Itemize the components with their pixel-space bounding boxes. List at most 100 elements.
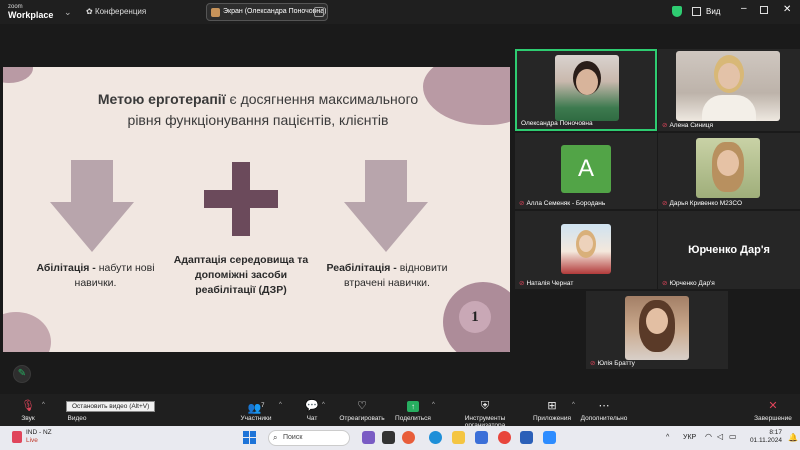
- react-label: Отреагировать: [339, 415, 385, 422]
- video-tooltip: Остановить видео (Alt+V): [66, 401, 156, 412]
- zoom-logo: zoom Workplace: [8, 3, 54, 20]
- battery-icon[interactable]: ▭: [729, 432, 737, 441]
- audio-button[interactable]: 🎙 Звук: [14, 394, 42, 426]
- mic-muted-icon: ⊘: [590, 360, 596, 367]
- participant-avatar: A: [561, 145, 611, 193]
- grid-view-icon[interactable]: [692, 7, 701, 16]
- participant-name: ⊘ Алла Семеняк - Бородань: [519, 200, 606, 207]
- participant-tile[interactable]: ⊘ Наталія Чернат: [515, 211, 657, 289]
- mic-muted-icon: ⊘: [662, 122, 668, 129]
- more-label: Дополнительно: [580, 415, 628, 422]
- participant-tile[interactable]: ⊘ Дарья Кривенко М23СО: [658, 133, 800, 209]
- chat-button[interactable]: 💬 Чат: [302, 394, 322, 426]
- decor-blob: [3, 67, 33, 83]
- shared-slide: Метою ерготерапії є досягнення максималь…: [3, 67, 510, 352]
- participant-photo: [561, 224, 611, 274]
- share-button[interactable]: ↑ Поделиться: [394, 394, 432, 426]
- mic-muted-icon: ⊘: [662, 280, 668, 287]
- participants-button[interactable]: 👥7 Участники: [238, 394, 274, 426]
- decor-blob: [3, 312, 51, 352]
- participant-tile[interactable]: A ⊘ Алла Семеняк - Бородань: [515, 133, 657, 209]
- share-screen-icon: ↑: [394, 397, 432, 415]
- market-icon: [12, 431, 22, 443]
- host-tools-button[interactable]: ⛨ Инструменты организатора: [444, 394, 526, 429]
- participants-options-caret[interactable]: ^: [279, 402, 282, 408]
- zoom-icon[interactable]: [543, 431, 556, 444]
- conference-label: Конференция: [94, 7, 147, 16]
- word-icon[interactable]: [520, 431, 533, 444]
- market-status: Live: [26, 437, 38, 444]
- file-explorer-icon[interactable]: [452, 431, 465, 444]
- title-bar: zoom Workplace ⌄ ✿ Конференция Экран (Ол…: [0, 0, 800, 24]
- participant-name: ⊘ Наталія Чернат: [519, 280, 574, 287]
- mic-off-icon: 🎙: [21, 400, 35, 412]
- clock-time: 8:17: [769, 429, 782, 436]
- participant-name: ⊘ Алена Синиця: [662, 122, 713, 129]
- chrome-icon[interactable]: [498, 431, 511, 444]
- audio-options-caret[interactable]: ^: [42, 402, 45, 408]
- slide-title-bold: Метою ерготерапії: [97, 91, 226, 107]
- mic-muted-icon: ⊘: [519, 280, 525, 287]
- close-icon: ✕: [768, 400, 778, 412]
- heart-icon: ♡: [357, 400, 367, 412]
- task-view-icon[interactable]: [382, 431, 395, 444]
- view-button[interactable]: Вид: [706, 7, 720, 16]
- annotate-pencil-icon[interactable]: ✎: [13, 365, 31, 383]
- apps-options-caret[interactable]: ^: [572, 402, 575, 408]
- market-widget[interactable]: IND - NZ Live: [26, 429, 52, 445]
- plus-icon: [204, 162, 278, 236]
- more-icon: ⋯: [598, 400, 610, 412]
- apps-button[interactable]: ⊞ Приложения: [532, 394, 572, 426]
- store-icon[interactable]: [475, 431, 488, 444]
- tray-chevron-icon[interactable]: ^: [666, 434, 669, 441]
- security-shield-icon[interactable]: [672, 6, 682, 17]
- wifi-icon[interactable]: ◠: [705, 432, 712, 441]
- language-indicator[interactable]: УКР: [683, 434, 696, 441]
- participant-video: [555, 55, 619, 121]
- more-button[interactable]: ⋯ Дополнительно: [578, 394, 630, 426]
- participant-display-name: Юрченко Дар'я: [688, 244, 770, 256]
- notifications-icon[interactable]: 🔔: [788, 433, 798, 442]
- rehabilitation-text: Реабілітація - відновити втрачені навичк…: [317, 261, 457, 291]
- start-icon[interactable]: [243, 431, 256, 444]
- mic-muted-icon: ⊘: [662, 200, 668, 207]
- edge-icon[interactable]: [429, 431, 442, 444]
- participant-tile[interactable]: ⊘ Юлія Братту: [586, 291, 728, 369]
- end-meeting-button[interactable]: ✕ Завершение: [752, 394, 794, 426]
- chevron-down-icon[interactable]: ⌄: [64, 7, 72, 18]
- chat-label: Чат: [306, 415, 318, 422]
- conference-menu[interactable]: ✿ Конференция: [86, 7, 146, 16]
- participant-photo: [696, 138, 760, 198]
- share-options-caret[interactable]: ^: [432, 402, 435, 408]
- participant-tile[interactable]: Юрченко Дар'я ⊘ Юрченко Дар'я: [658, 211, 800, 289]
- presenter-avatar-icon: [211, 8, 220, 17]
- participant-tile[interactable]: Олександра Поночовна: [515, 49, 657, 131]
- taskbar-search[interactable]: ⌕ Поиск: [268, 430, 350, 446]
- clock[interactable]: 8:17 01.11.2024: [748, 429, 782, 445]
- decor-blob: [423, 67, 510, 125]
- brand-line2: Workplace: [8, 10, 54, 20]
- paw-icon: ✿: [86, 7, 93, 16]
- app-icon[interactable]: [402, 431, 415, 444]
- react-button[interactable]: ♡ Отреагировать: [338, 394, 386, 426]
- participant-name: ⊘ Юлія Братту: [590, 360, 635, 367]
- chat-options-caret[interactable]: ^: [322, 402, 325, 408]
- minimize-icon[interactable]: –: [741, 3, 747, 14]
- participant-photo: [625, 296, 689, 360]
- down-arrow-left-icon: [50, 160, 134, 252]
- screen-share-indicator[interactable]: Экран (Олександра Поночовна) ⋯: [206, 3, 328, 21]
- close-icon[interactable]: ✕: [783, 4, 791, 15]
- more-icon[interactable]: ⋯: [314, 7, 324, 17]
- app-icon[interactable]: [362, 431, 375, 444]
- adaptation-text: Адаптація середовища та допоміжні засоби…: [173, 254, 309, 296]
- search-icon: ⌕: [273, 433, 278, 442]
- participant-tile[interactable]: ⊘ Алена Синиця: [658, 49, 800, 131]
- volume-icon[interactable]: ◁: [717, 432, 723, 441]
- search-placeholder: Поиск: [283, 434, 303, 441]
- participant-name: ⊘ Юрченко Дар'я: [662, 280, 715, 287]
- maximize-icon[interactable]: [760, 6, 768, 14]
- participants-icon: 👥7: [247, 402, 265, 415]
- windows-taskbar: IND - NZ Live ⌕ Поиск ^ УКР ◠ ◁ ▭ 8:17 0…: [0, 426, 800, 450]
- clock-date: 01.11.2024: [749, 437, 782, 444]
- participants-label: Участники: [240, 415, 272, 422]
